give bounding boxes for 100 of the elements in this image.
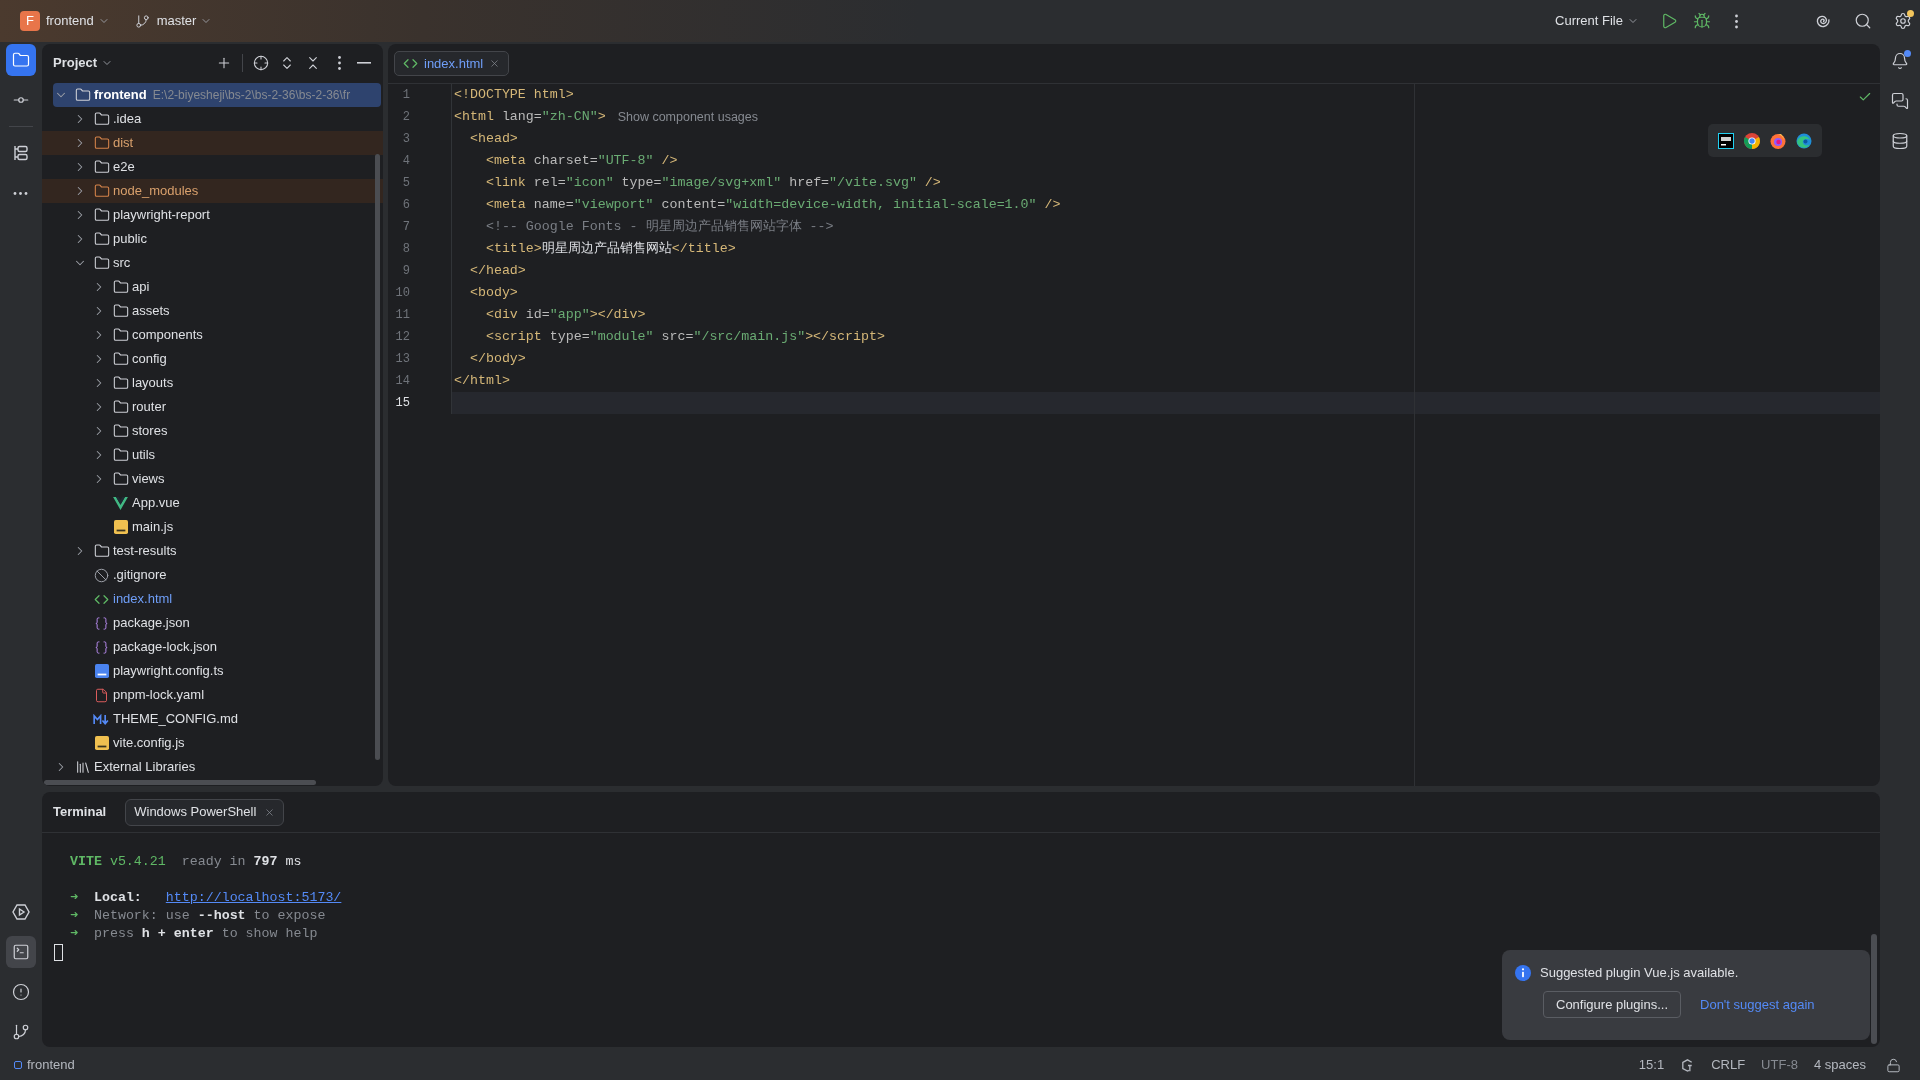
tree-item[interactable]: public: [42, 227, 383, 251]
tool-window-button[interactable]: [5, 44, 36, 76]
play-icon[interactable]: [1660, 12, 1678, 30]
scrollbar-thumb[interactable]: [375, 154, 380, 760]
folder-icon: [112, 399, 129, 415]
status-item[interactable]: 15:1: [1638, 1055, 1665, 1075]
panel-title: Terminal: [53, 803, 107, 822]
tree-item[interactable]: package-lock.json: [42, 635, 383, 659]
tree-item[interactable]: router: [42, 395, 383, 419]
tree-item[interactable]: config: [42, 347, 383, 371]
minimize-icon[interactable]: [357, 61, 371, 64]
tree-item[interactable]: test-results: [42, 539, 383, 563]
settings-icon[interactable]: [1894, 12, 1912, 30]
app-logo-icon[interactable]: [1718, 132, 1734, 149]
code-line: </html>: [454, 372, 510, 391]
line-number: 1: [401, 87, 410, 104]
line-number: 3: [401, 131, 410, 148]
library-icon: [74, 759, 91, 775]
tree-item[interactable]: dist: [42, 131, 383, 155]
tree-item[interactable]: frontend E:\2-biyesheji\bs-2\bs-2-36\bs-2-36\fr: [53, 83, 381, 107]
line-number: 12: [394, 329, 410, 346]
tree-item[interactable]: pnpm-lock.yaml: [42, 683, 383, 707]
tree-item[interactable]: assets: [42, 299, 383, 323]
bug-icon[interactable]: [1693, 12, 1711, 30]
v-shape-icon: [113, 496, 128, 510]
tree-item[interactable]: App.vue: [42, 491, 383, 515]
chat-icon[interactable]: [1891, 92, 1909, 110]
folder-icon: [93, 159, 110, 175]
scrollbar-thumb[interactable]: [44, 780, 316, 785]
unlocked-icon[interactable]: [1886, 1057, 1901, 1073]
database-icon[interactable]: [1891, 132, 1909, 150]
tree-item[interactable]: stores: [42, 419, 383, 443]
more-icon[interactable]: [337, 55, 341, 70]
inlay-hint[interactable]: Show component usages: [617, 107, 758, 127]
folder-icon: [112, 447, 129, 463]
tree-item[interactable]: .gitignore: [42, 563, 383, 587]
code-line: <meta charset="UTF-8" />: [484, 152, 678, 171]
browser-icon[interactable]: [1744, 132, 1760, 149]
play-icon: [11, 903, 30, 921]
tree-item[interactable]: index.html: [42, 587, 383, 611]
folder-icon: [112, 351, 129, 367]
tree-item[interactable]: main.js: [42, 515, 383, 539]
line-number: 4: [401, 153, 410, 170]
project-switcher[interactable]: F frontend: [20, 8, 110, 34]
crosshair-icon[interactable]: [253, 54, 269, 71]
scrollbar-thumb[interactable]: [1871, 934, 1877, 1044]
status-item[interactable]: 4 spaces: [1813, 1055, 1866, 1075]
code-line: </head>: [468, 262, 526, 281]
folder-icon: [93, 543, 110, 559]
line-number: 11: [394, 307, 410, 324]
code-line: <div id="app"></div>: [484, 306, 646, 325]
tree-item[interactable]: playwright.config.ts: [42, 659, 383, 683]
terminal-link[interactable]: http://localhost:5173/: [165, 890, 342, 905]
tree-item[interactable]: node_modules: [42, 179, 383, 203]
tree-item[interactable]: layouts: [42, 371, 383, 395]
status-item[interactable]: frontend: [27, 1055, 75, 1075]
folder-icon: [11, 51, 30, 69]
tree-item[interactable]: src: [42, 251, 383, 275]
check-icon[interactable]: [1858, 90, 1872, 104]
search-icon[interactable]: [1854, 12, 1872, 30]
tree-item[interactable]: External Libraries: [42, 755, 383, 779]
tree-item[interactable]: utils: [42, 443, 383, 467]
tool-window-button[interactable]: [5, 936, 36, 968]
terminal-line: ➜ Network: use --host to expose: [69, 907, 326, 925]
browser-icon[interactable]: [1796, 132, 1812, 149]
markdown-icon: [93, 713, 110, 725]
run-configuration[interactable]: Current File: [1547, 8, 1647, 34]
tree-item[interactable]: playwright-report: [42, 203, 383, 227]
line-number: 14: [394, 373, 410, 390]
editor-tab[interactable]: index.html: [394, 51, 510, 76]
tree-item[interactable]: api: [42, 275, 383, 299]
panel-title[interactable]: Project: [53, 52, 98, 73]
close-icon[interactable]: [264, 806, 276, 818]
tree-item[interactable]: components: [42, 323, 383, 347]
tree-item[interactable]: views: [42, 467, 383, 491]
status-item[interactable]: UTF-8: [1761, 1055, 1798, 1075]
status-item[interactable]: CRLF: [1711, 1055, 1746, 1075]
tree-item[interactable]: vite.config.js: [42, 731, 383, 755]
line-number: 15: [394, 395, 410, 412]
tree-item[interactable]: .idea: [42, 107, 383, 131]
branch-switcher[interactable]: master: [134, 8, 213, 34]
file-icon: [94, 687, 109, 703]
branch-icon: [134, 13, 150, 29]
more-icon[interactable]: [1735, 13, 1738, 29]
folder-icon: [112, 327, 129, 343]
code-line: <meta name="viewport" content="width=device-width, initial-scale=1.0" />: [484, 196, 1061, 215]
folder-icon: [93, 255, 110, 271]
terminal-tab[interactable]: Windows PowerShell: [125, 798, 285, 826]
code-line: <!DOCTYPE html>: [454, 86, 574, 105]
terminal-icon: [11, 943, 30, 961]
code-line: <!-- Google Fonts - 明星周边产品销售网站字体 -->: [484, 218, 834, 237]
tree-item[interactable]: package.json: [42, 611, 383, 635]
close-icon[interactable]: [489, 58, 501, 69]
configure-button[interactable]: Configure plugins...: [1543, 991, 1681, 1018]
tree-item[interactable]: e2e: [42, 155, 383, 179]
more-icon[interactable]: [13, 191, 28, 195]
browser-icon[interactable]: [1770, 132, 1786, 149]
code-line: <title>明星周边产品销售网站</title>: [484, 240, 736, 259]
tree-item[interactable]: THEME_CONFIG.md: [42, 707, 383, 731]
bell-icon[interactable]: [1891, 52, 1909, 70]
